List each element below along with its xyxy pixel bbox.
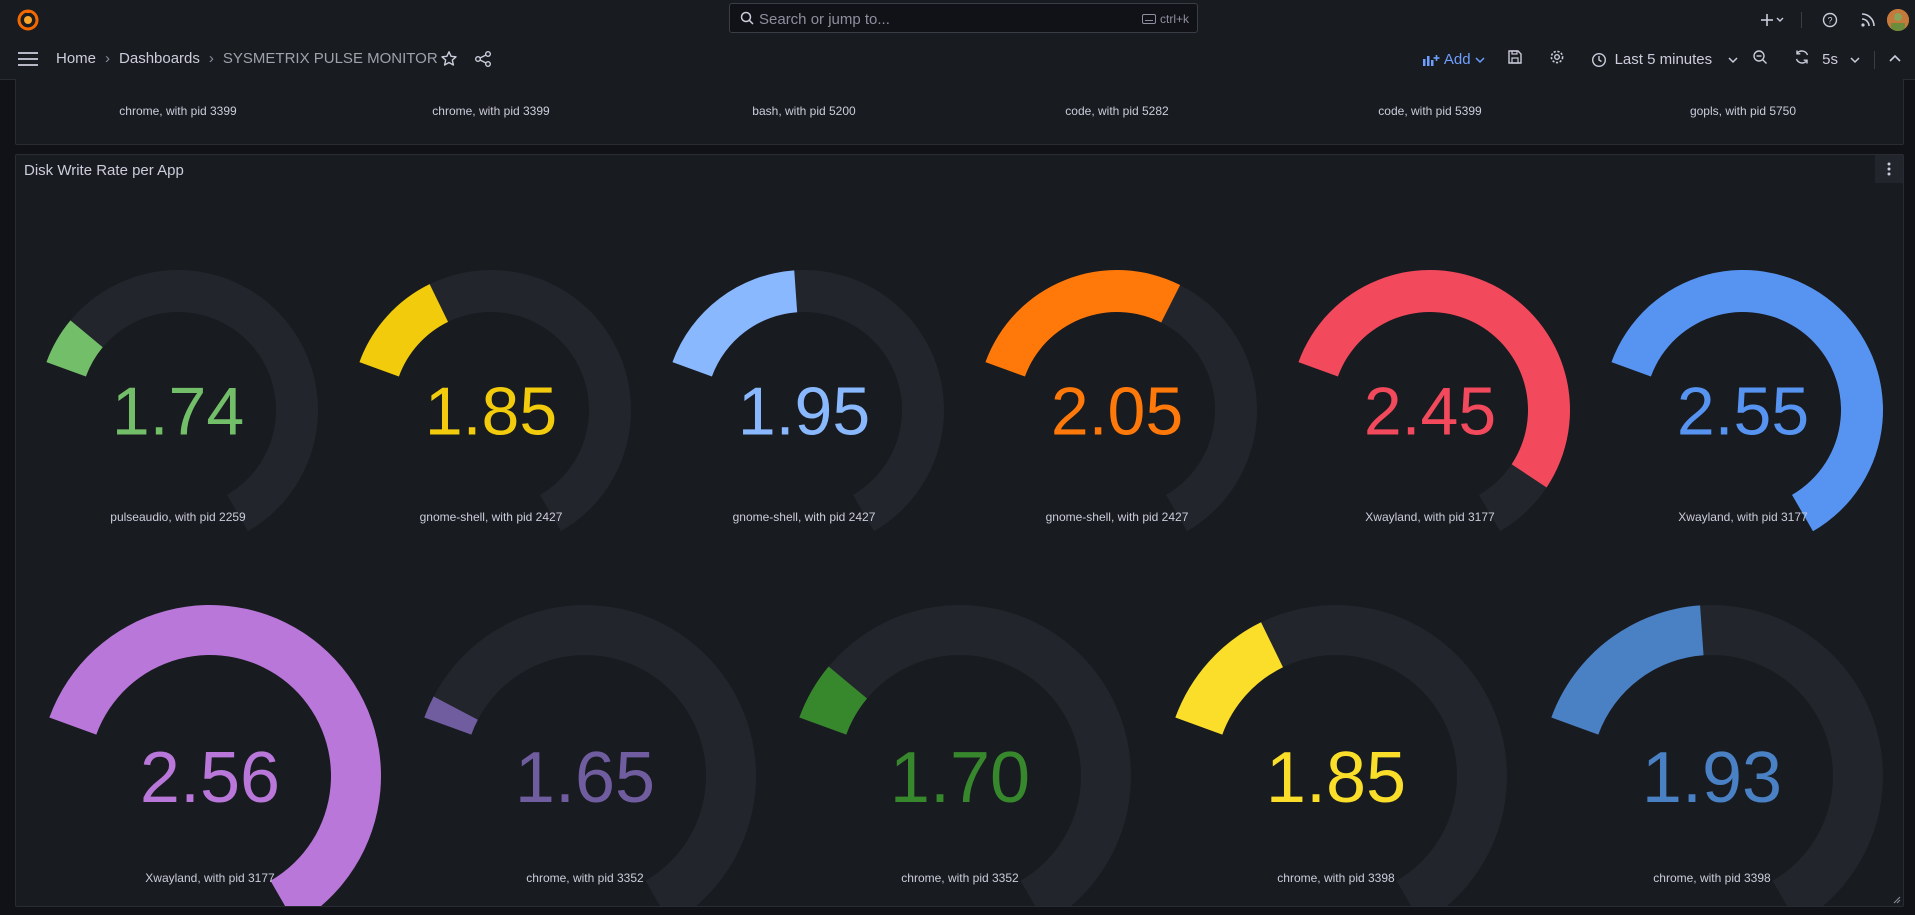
dashboard-nav-bar: Home › Dashboards › SYSMETRIX PULSE MONI… <box>0 40 1915 80</box>
shortcut-text: ctrl+k <box>1159 12 1189 26</box>
gauge: 1.95 gnome-shell, with pid 2427 <box>672 269 945 532</box>
help-icon: ? <box>1822 12 1838 28</box>
new-menu-button[interactable] <box>1754 13 1792 27</box>
gauge-series-label: chrome, with pid 3398 <box>1653 871 1771 885</box>
gauge-series-label: gopls, with pid 5750 <box>1689 104 1797 118</box>
grafana-logo-icon[interactable] <box>16 8 40 32</box>
gauge: 1.85 gnome-shell, with pid 2427 <box>359 270 632 532</box>
user-avatar[interactable] <box>1887 9 1909 31</box>
clock-icon <box>1591 52 1606 67</box>
gauge: 2.05 gnome-shell, with pid 2427 <box>985 269 1258 532</box>
gauge-value: 1.65 <box>515 738 655 818</box>
dashboard-title-actions <box>440 50 492 73</box>
help-button[interactable]: ? <box>1811 12 1849 28</box>
gauge: 1.70 chrome, with pid 3352 <box>799 605 1131 906</box>
add-button[interactable]: Add <box>1422 51 1485 68</box>
gauge-value: 2.45 <box>1364 373 1496 449</box>
gauge: 1.85 chrome, with pid 3398 <box>1175 605 1507 906</box>
search-input[interactable]: Search or jump to... ctrl+k <box>729 3 1198 33</box>
breadcrumb-home[interactable]: Home <box>56 50 96 67</box>
time-range-picker[interactable]: Last 5 minutes <box>1591 51 1739 68</box>
gauge-value: 1.93 <box>1642 738 1782 818</box>
gauge-fill <box>672 270 798 377</box>
breadcrumb-dashboards[interactable]: Dashboards <box>119 50 200 67</box>
gauge: 1.74 pulseaudio, with pid 2259 <box>46 270 319 532</box>
previous-gauge-panel: chrome, with pid 3399 chrome, with pid 33… <box>15 79 1904 145</box>
gauge-series-label: code, with pid 5282 <box>1065 104 1169 118</box>
gauge-fill <box>985 270 1181 377</box>
gauge-value: 2.56 <box>140 738 280 818</box>
gauge: 1.93 chrome, with pid 3398 <box>1551 605 1883 906</box>
gauge-value: 1.70 <box>890 738 1030 818</box>
breadcrumb-current-dashboard: SYSMETRIX PULSE MONITOR <box>222 50 438 67</box>
collapse-chevron-up-icon[interactable] <box>1889 51 1901 69</box>
menu-toggle-button[interactable] <box>17 50 39 73</box>
hamburger-icon <box>18 52 38 66</box>
rss-icon <box>1861 13 1875 27</box>
news-button[interactable] <box>1849 12 1887 28</box>
gauge-series-label: pulseaudio, with pid 2259 <box>110 510 246 524</box>
divider <box>1874 50 1875 69</box>
gauge-value: 1.85 <box>1266 738 1406 818</box>
gauge-series-label: Xwayland, with pid 3177 <box>145 871 275 885</box>
chevron-down-icon <box>1728 56 1738 63</box>
star-icon[interactable] <box>440 50 458 73</box>
chevron-right-icon: › <box>105 50 111 67</box>
gauge: 2.55 Xwayland, with pid 3177 <box>1611 269 1884 532</box>
search-icon <box>740 11 754 30</box>
add-panel-icon <box>1422 54 1440 66</box>
gauge-series-label: gnome-shell, with pid 2427 <box>733 510 876 524</box>
svg-text:?: ? <box>1827 16 1832 26</box>
plus-icon <box>1761 14 1784 26</box>
gauge-series-label: Xwayland, with pid 3177 <box>1678 510 1808 524</box>
gauge-series-label: chrome, with pid 3399 <box>432 104 550 118</box>
gauge-fill <box>1175 622 1283 735</box>
gauge-series-label: chrome, with pid 3352 <box>901 871 1019 885</box>
refresh-icon[interactable] <box>1794 49 1810 70</box>
add-button-label: Add <box>1443 51 1471 68</box>
gauge-value: 1.95 <box>738 373 870 449</box>
gauge-series-label: code, with pid 5399 <box>1378 104 1482 118</box>
gauge-grid: 1.74 pulseaudio, with pid 2259 1.85 gnome-s… <box>46 269 1884 906</box>
gauge: 2.56 Xwayland, with pid 3177 <box>49 605 381 906</box>
settings-gear-icon[interactable] <box>1549 49 1565 70</box>
gauge-series-label: gnome-shell, with pid 2427 <box>420 510 563 524</box>
chevron-down-icon <box>1475 56 1485 63</box>
gauge-fill <box>359 284 449 377</box>
refresh-interval-picker[interactable]: 5s <box>1822 51 1860 68</box>
gauge-series-label: bash, with pid 5200 <box>752 104 856 118</box>
refresh-interval-label: 5s <box>1822 51 1838 68</box>
gauge-value: 1.74 <box>112 373 244 449</box>
save-dashboard-icon[interactable] <box>1507 49 1523 70</box>
gauge-series-label: gnome-shell, with pid 2427 <box>1046 510 1189 524</box>
gauge: 1.65 chrome, with pid 3352 <box>424 605 756 906</box>
gauge-series-label: chrome, with pid 3398 <box>1277 871 1395 885</box>
gauge: 2.45 Xwayland, with pid 3177 <box>1298 270 1570 532</box>
top-bar: Search or jump to... ctrl+k ? <box>0 0 1915 41</box>
keyboard-shortcut-hint: ctrl+k <box>1141 12 1189 26</box>
search-placeholder: Search or jump to... <box>759 11 890 28</box>
share-icon[interactable] <box>474 50 492 73</box>
chevron-right-icon: › <box>208 50 214 67</box>
time-range-label: Last 5 minutes <box>1614 51 1713 68</box>
gauge-series-label: chrome, with pid 3352 <box>526 871 644 885</box>
top-bar-actions: ? <box>1754 0 1915 40</box>
gauge-series-label: Xwayland, with pid 3177 <box>1365 510 1495 524</box>
gauge-value: 1.85 <box>425 373 557 449</box>
disk-write-rate-panel: Disk Write Rate per App 1.74 pulseaudio, … <box>15 154 1904 907</box>
avatar-icon <box>1887 9 1909 31</box>
gauge-value: 2.55 <box>1677 373 1809 449</box>
resize-handle-icon[interactable] <box>1891 894 1901 904</box>
gauge-value: 2.05 <box>1051 373 1183 449</box>
gauge-fill <box>1551 605 1704 735</box>
divider <box>1801 12 1802 28</box>
dashboard-controls: Add Last 5 minutes 5s <box>1422 40 1915 79</box>
breadcrumb: Home › Dashboards › SYSMETRIX PULSE MONI… <box>56 50 438 67</box>
gauge-series-label: chrome, with pid 3399 <box>119 104 237 118</box>
chevron-down-icon <box>1850 56 1860 63</box>
zoom-out-icon[interactable] <box>1752 49 1768 70</box>
keyboard-icon <box>1141 14 1156 24</box>
